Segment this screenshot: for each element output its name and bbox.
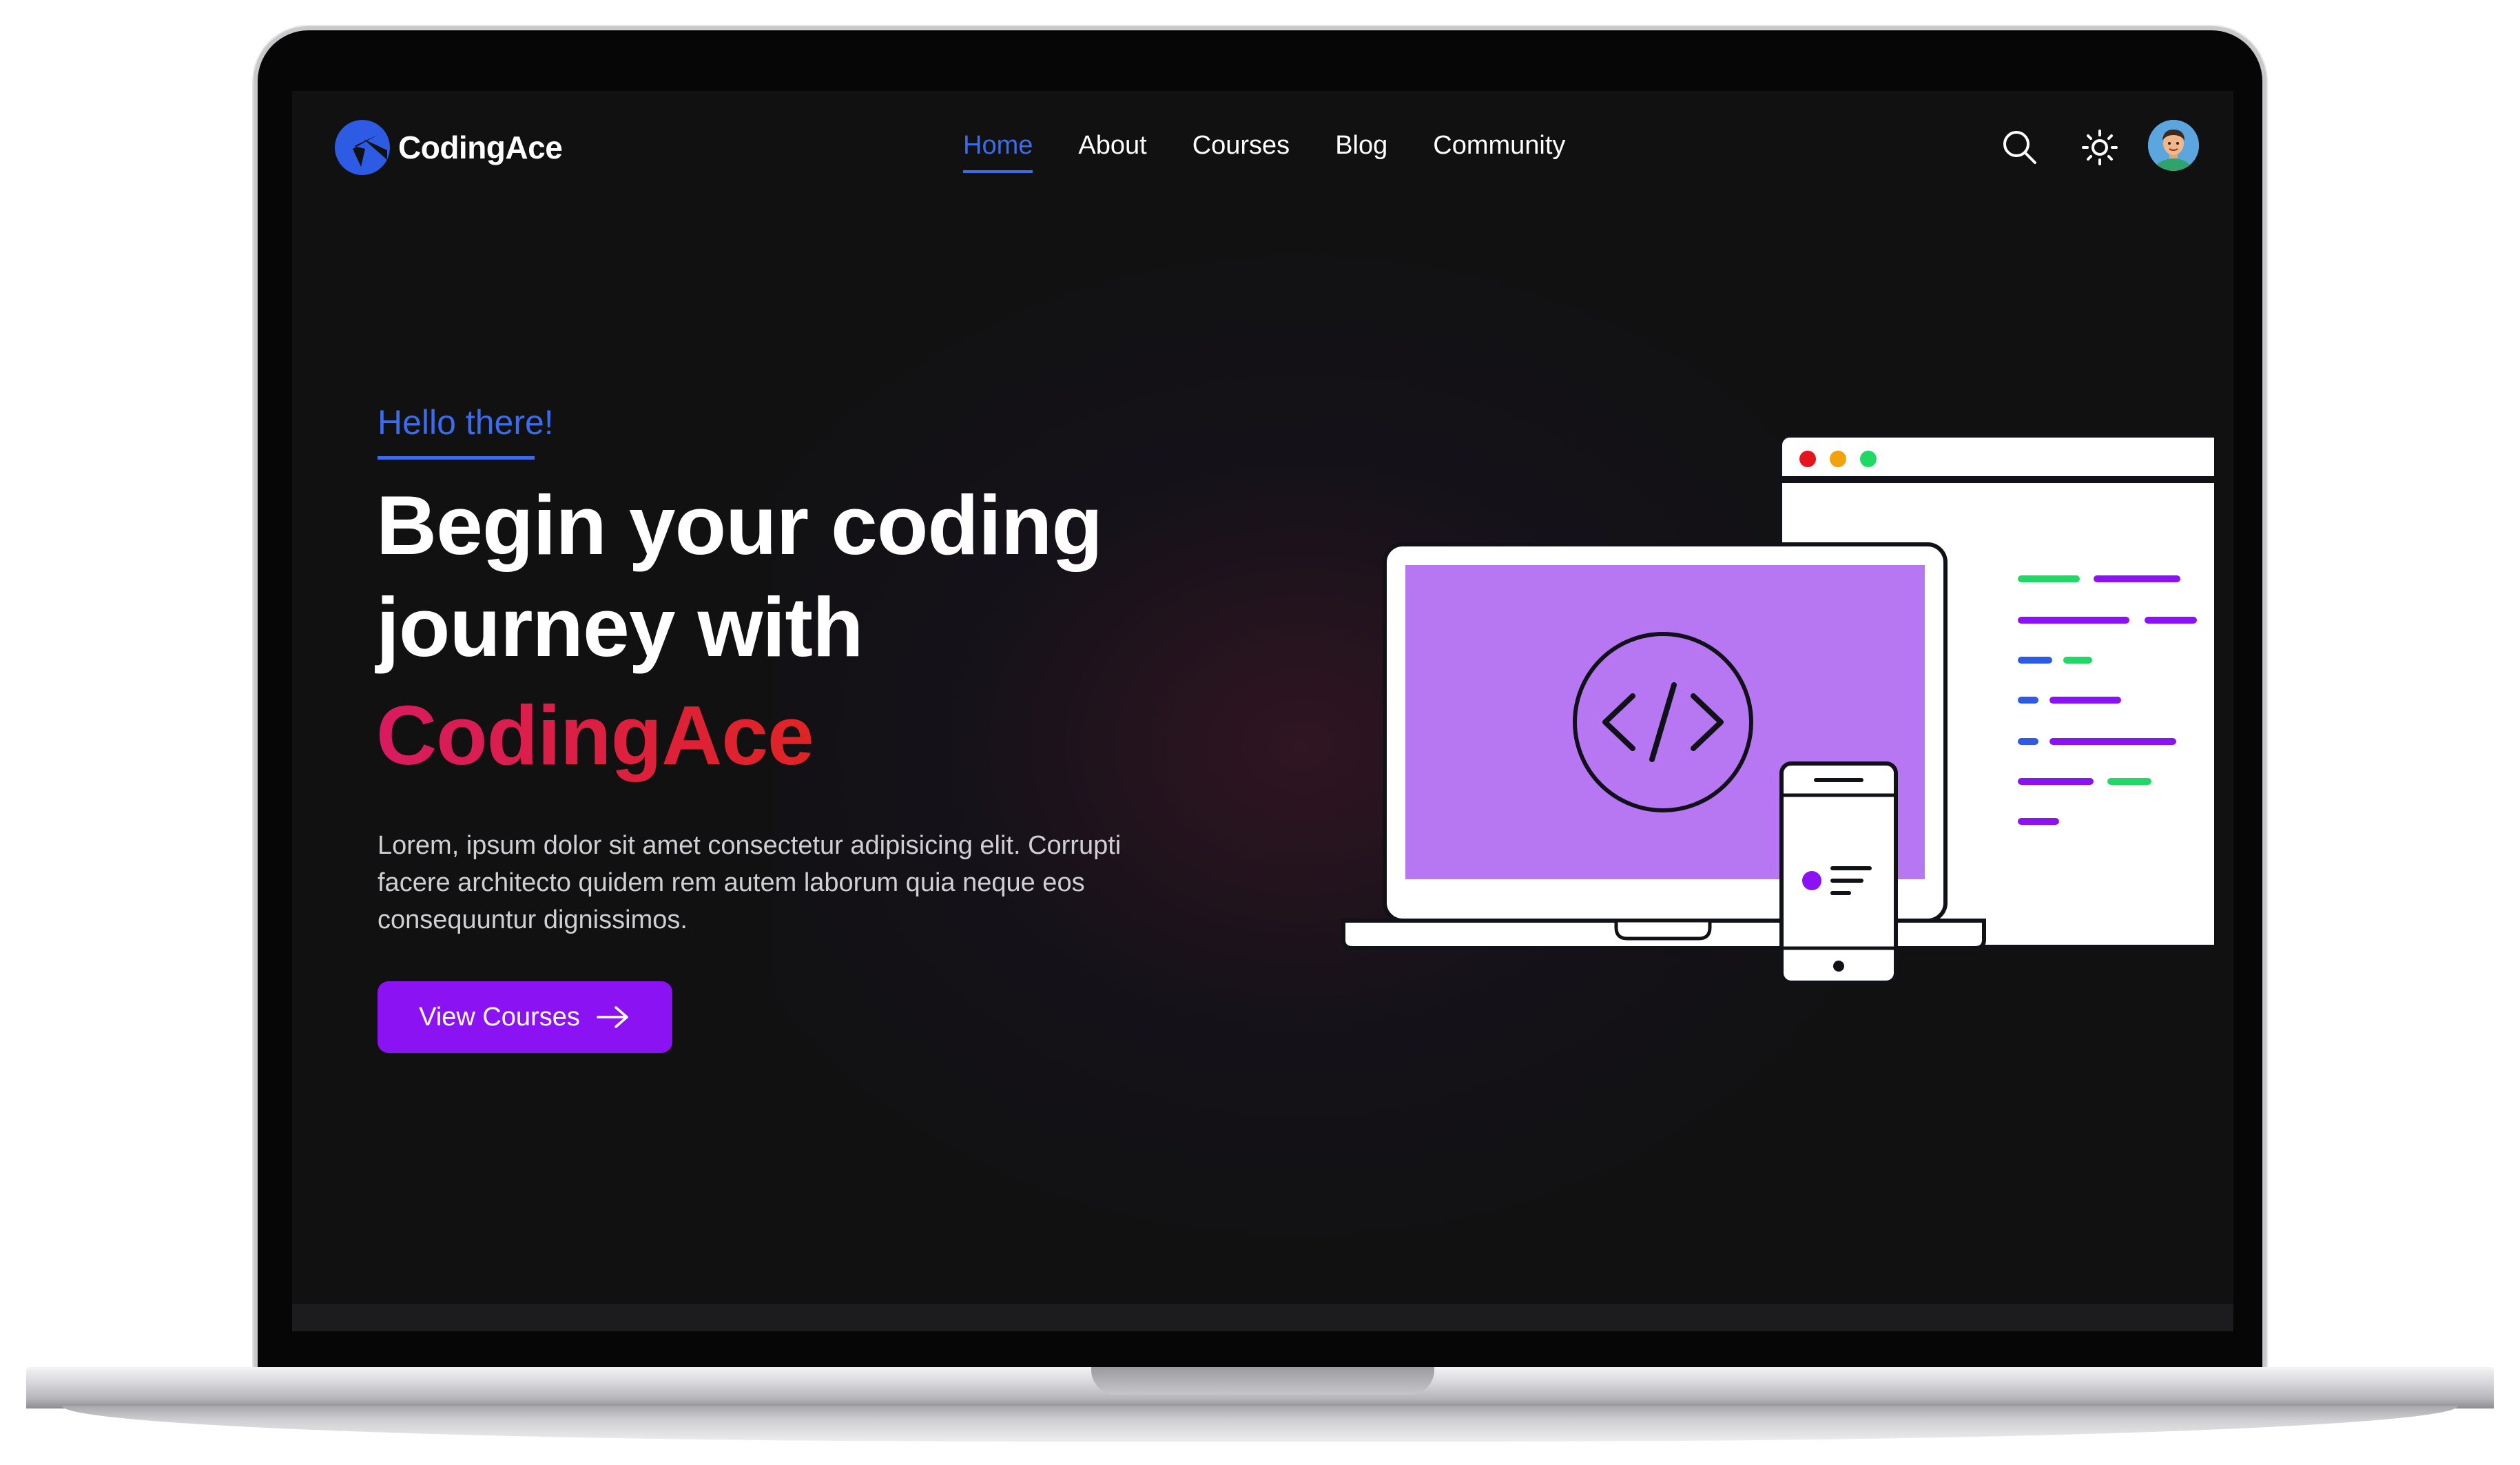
user-avatar[interactable] xyxy=(2148,120,2199,171)
hero-greeting: Hello there! xyxy=(378,403,554,442)
brand-name: CodingAce xyxy=(398,130,563,165)
search-icon[interactable] xyxy=(1999,127,2041,168)
view-courses-button[interactable]: View Courses xyxy=(378,981,672,1053)
headline-line-1: Begin your coding xyxy=(376,478,1103,572)
nav-about[interactable]: About xyxy=(1078,131,1146,167)
avatar-icon xyxy=(2148,120,2199,171)
coding-devices-illustration xyxy=(1341,436,2214,985)
headline-line-2: journey with xyxy=(376,580,863,674)
arrow-right-icon xyxy=(597,1006,628,1028)
nav-blog[interactable]: Blog xyxy=(1335,131,1387,167)
hero-headline: Begin your coding journey with xyxy=(376,474,1103,678)
screen-bottom-bezel xyxy=(292,1304,2233,1331)
codingace-logo-icon xyxy=(335,120,390,175)
hero-description: Lorem, ipsum dolor sit amet consectetur … xyxy=(378,831,1122,934)
laptop-base-lower xyxy=(62,1406,2458,1442)
nav-home[interactable]: Home xyxy=(963,131,1033,173)
laptop-lid-notch xyxy=(1091,1367,1434,1395)
greeting-underline xyxy=(378,456,535,460)
browser-viewport: CodingAce Home About Courses Blog Commun… xyxy=(292,91,2233,1304)
sun-theme-icon[interactable] xyxy=(2079,127,2120,168)
nav-community[interactable]: Community xyxy=(1433,131,1565,167)
phone-illustration xyxy=(1779,761,1898,985)
nav-courses[interactable]: Courses xyxy=(1192,131,1290,167)
main-nav: Home About Courses Blog Community xyxy=(963,131,1611,173)
clipped-section-text xyxy=(292,1295,2233,1304)
brand-logo[interactable]: CodingAce xyxy=(333,119,563,176)
view-courses-label: View Courses xyxy=(419,1002,580,1032)
headline-brand: CodingAce xyxy=(376,684,814,787)
